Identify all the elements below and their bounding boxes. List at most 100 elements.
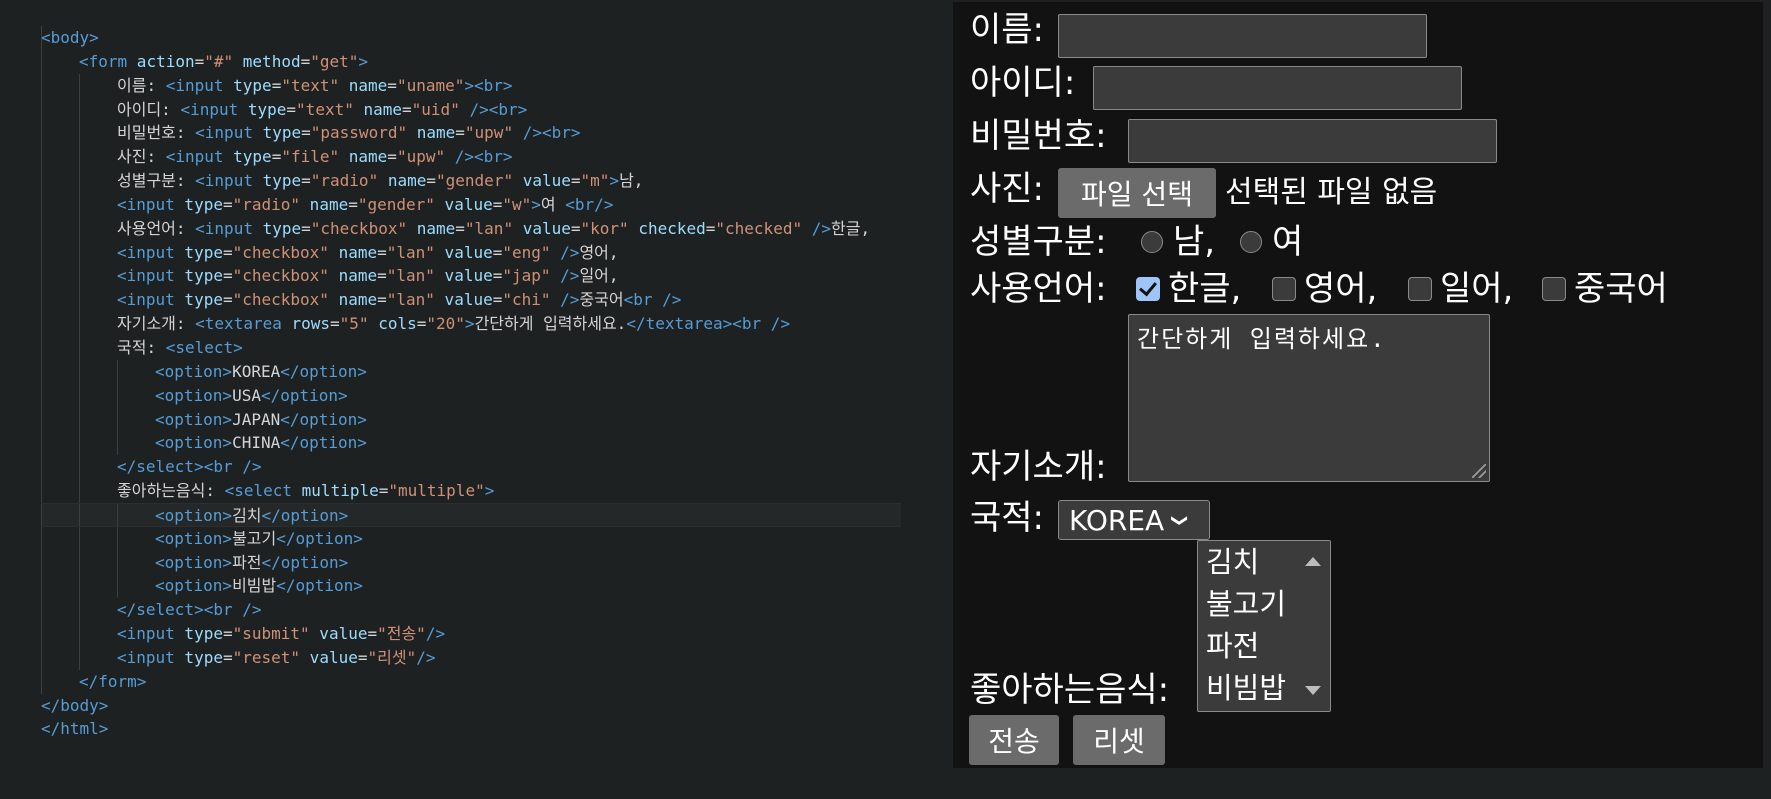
code-line[interactable]: </body> <box>41 694 901 718</box>
code-token: name <box>378 171 427 191</box>
code-line[interactable]: </select><br /> <box>41 598 901 623</box>
password-input[interactable] <box>1128 119 1497 163</box>
code-token: JAPAN <box>232 409 281 429</box>
code-token: <br /> <box>623 290 682 310</box>
code-block[interactable]: <body> <form action="#" method="get"> 이름: … <box>41 26 901 741</box>
code-token: = <box>377 242 387 262</box>
code-token: <select> <box>165 337 243 357</box>
code-token: 성별구분: <box>117 171 196 191</box>
code-token: = <box>301 218 311 238</box>
code-line[interactable]: <input type="submit" value="전송"/> <box>41 622 901 646</box>
indent-guide <box>41 73 42 98</box>
code-token: type <box>252 171 302 191</box>
resize-grip-icon[interactable] <box>1472 464 1486 478</box>
code-token: </select><br /> <box>117 457 262 477</box>
code-token: "gender" <box>357 194 435 214</box>
code-token: = <box>222 266 233 286</box>
file-select-button[interactable]: 파일 선택 <box>1058 168 1216 218</box>
gender-female-radio[interactable] <box>1240 231 1262 253</box>
code-line[interactable]: <input type="radio" name="gender" value=… <box>41 192 901 217</box>
password-label: 비밀번호: <box>970 116 1107 156</box>
code-line[interactable]: <input type="reset" value="리셋"/> <box>41 645 901 670</box>
code-token: = <box>300 51 311 71</box>
code-line[interactable]: </form> <box>41 669 901 694</box>
code-line[interactable]: </html> <box>41 717 901 741</box>
code-line[interactable]: <body> <box>41 26 901 50</box>
lang-chi-checkbox[interactable] <box>1542 277 1566 301</box>
indent-guide <box>41 503 42 526</box>
indent-guide <box>79 550 80 575</box>
lang-eng-checkbox[interactable] <box>1272 277 1296 301</box>
code-line[interactable]: <option>KOREA</option> <box>41 359 901 384</box>
code-token: 아이디: <box>117 99 181 119</box>
reset-button[interactable]: 리셋 <box>1073 715 1165 765</box>
code-line[interactable]: <option>불고기</option> <box>41 526 901 551</box>
code-token: <option> <box>155 409 233 429</box>
code-token: "checkbox" <box>232 290 329 310</box>
code-token: "uid" <box>411 99 460 119</box>
name-label: 이름: <box>970 10 1045 50</box>
code-line[interactable]: 비밀번호: <input type="password" name="upw" … <box>41 121 901 146</box>
intro-label: 자기소개: <box>970 447 1107 487</box>
indent-guide <box>41 479 42 503</box>
code-line[interactable]: <input type="checkbox" name="lan" value=… <box>41 264 901 289</box>
nationality-select[interactable]: KOREA ❯ <box>1058 500 1210 540</box>
indent-guide <box>79 526 80 551</box>
code-token: /> <box>550 266 580 286</box>
code-line[interactable]: <option>USA</option> <box>41 383 901 408</box>
food-label: 좋아하는음식: <box>970 670 1170 710</box>
code-line[interactable]: <option>파전</option> <box>41 550 901 575</box>
code-token: = <box>222 290 233 310</box>
code-line[interactable]: <option>비빔밥</option> <box>41 574 901 599</box>
code-line[interactable]: 자기소개: <textarea rows="5" cols="20">간단하게 … <box>41 312 901 336</box>
code-token: = <box>222 647 233 667</box>
code-line[interactable]: <input type="checkbox" name="lan" value=… <box>41 240 901 265</box>
gender-male-radio[interactable] <box>1141 231 1163 253</box>
code-line[interactable]: <option>CHINA</option> <box>41 431 901 456</box>
code-line[interactable]: 아이디: <input type="text" name="uid" /><br… <box>41 97 901 122</box>
code-line[interactable]: <option>김치</option> <box>41 502 901 527</box>
scroll-up-icon[interactable] <box>1305 557 1321 566</box>
lang-jap-label: 일어, <box>1440 269 1514 309</box>
code-token: <input <box>117 624 175 644</box>
code-token: "radio" <box>310 171 379 191</box>
code-token: name <box>353 99 403 119</box>
code-editor[interactable]: <body> <form action="#" method="get"> 이름: … <box>0 0 905 799</box>
code-token: 여 <box>540 194 566 214</box>
lang-jap-checkbox[interactable] <box>1408 277 1432 301</box>
code-token: > <box>531 194 541 214</box>
code-line[interactable]: 사진: <input type="file" name="upw" /><br> <box>41 145 901 170</box>
code-token: "upw" <box>464 123 514 143</box>
code-token: <form <box>79 51 128 71</box>
code-token: </option> <box>261 505 349 525</box>
listbox-scrollbar[interactable] <box>1294 541 1330 711</box>
code-line[interactable]: 이름: <input type="text" name="uname"><br> <box>41 73 901 98</box>
code-token: type <box>238 99 287 119</box>
code-line[interactable]: 성별구분: <input type="radio" name="gender" … <box>41 169 901 193</box>
code-line[interactable]: <input type="checkbox" name="lan" value=… <box>41 288 901 313</box>
indent-guide <box>117 431 118 456</box>
code-token: "text" <box>296 99 354 119</box>
code-token: 좋아하는음식: <box>117 481 225 501</box>
code-line[interactable]: </select><br /> <box>41 455 901 480</box>
code-token: "m" <box>580 171 610 191</box>
code-token: </body> <box>41 695 109 715</box>
code-line[interactable]: <option>JAPAN</option> <box>41 407 901 432</box>
code-token: type <box>223 75 272 95</box>
food-listbox[interactable]: 김치 불고기 파전 비빔밥 <box>1197 540 1331 712</box>
intro-textarea[interactable]: 간단하게 입력하세요. <box>1128 314 1490 482</box>
code-line[interactable]: 국적: <select> <box>41 335 901 360</box>
code-line[interactable]: 좋아하는음식: <select multiple="multiple"> <box>41 479 901 503</box>
submit-button[interactable]: 전송 <box>969 715 1059 765</box>
code-token: type <box>174 242 223 262</box>
id-input[interactable] <box>1093 66 1462 110</box>
code-token: type <box>174 266 223 286</box>
code-token: "20" <box>426 314 465 334</box>
code-line[interactable]: <form action="#" method="get"> <box>41 49 901 74</box>
scroll-down-icon[interactable] <box>1305 686 1321 695</box>
name-input[interactable] <box>1058 14 1427 58</box>
code-token: type <box>223 147 272 167</box>
lang-kor-checkbox[interactable] <box>1136 277 1160 301</box>
indent-guide <box>79 312 80 336</box>
code-line[interactable]: 사용언어: <input type="checkbox" name="lan" … <box>41 216 901 241</box>
